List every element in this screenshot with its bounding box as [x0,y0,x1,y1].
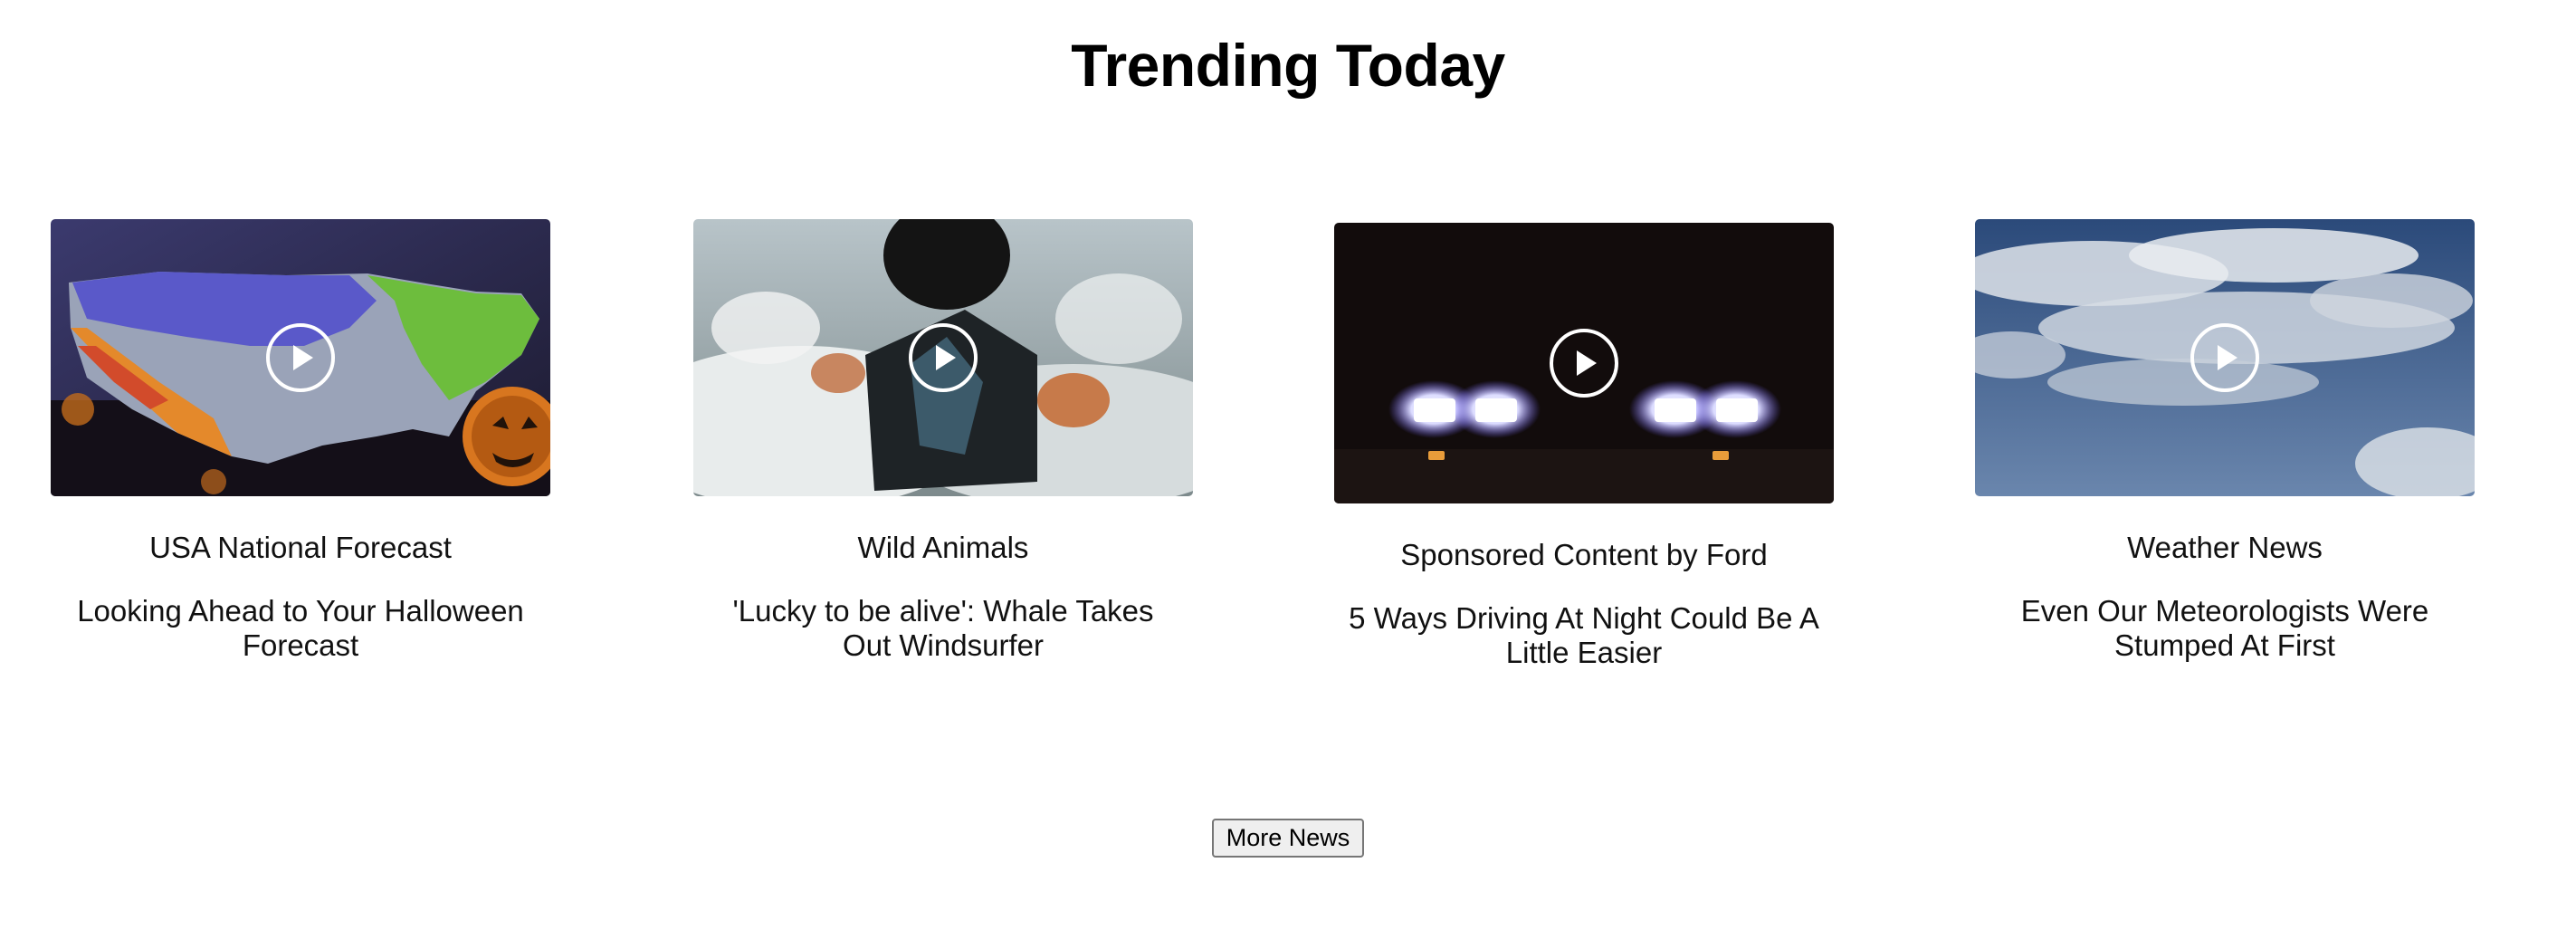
page-title: Trending Today [1071,32,1505,99]
video-thumbnail[interactable] [1334,223,1834,503]
play-icon[interactable] [1548,327,1620,399]
news-card: Weather News Even Our Meteorologists Wer… [1975,219,2475,663]
video-thumbnail[interactable] [693,219,1193,496]
more-news-container: More News [0,819,2576,858]
more-news-button[interactable]: More News [1211,819,1365,858]
card-category: Sponsored Content by Ford [1400,538,1768,571]
video-thumbnail[interactable] [1975,219,2475,496]
card-category: Weather News [2127,531,2323,564]
news-card: USA National Forecast Looking Ahead to Y… [51,219,550,663]
card-headline-link[interactable]: 'Lucky to be alive': Whale Takes Out Win… [708,594,1178,663]
card-headline-link[interactable]: 5 Ways Driving At Night Could Be A Littl… [1349,601,1819,670]
card-category: Wild Animals [857,531,1029,564]
trending-page: Trending Today USA National Forecast Loo… [0,0,2576,949]
news-card: Sponsored Content by Ford 5 Ways Driving… [1334,223,1834,670]
play-icon[interactable] [2189,321,2261,394]
card-category: USA National Forecast [149,531,452,564]
news-card: Wild Animals 'Lucky to be alive': Whale … [693,219,1193,663]
play-icon[interactable] [907,321,979,394]
card-headline-link[interactable]: Looking Ahead to Your Halloween Forecast [65,594,536,663]
play-icon[interactable] [264,321,337,394]
card-headline-link[interactable]: Even Our Meteorologists Were Stumped At … [1989,594,2460,663]
video-thumbnail[interactable] [51,219,550,496]
